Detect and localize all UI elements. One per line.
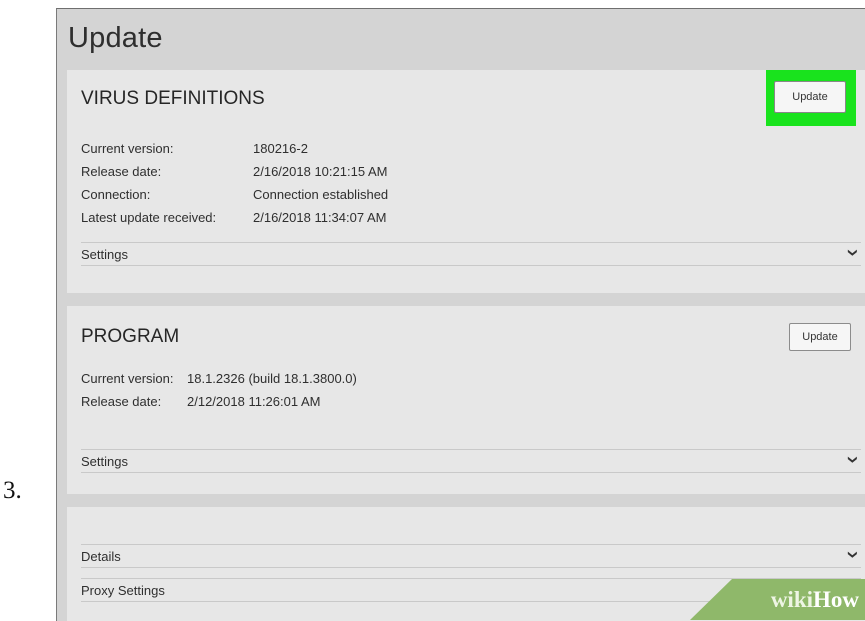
prog-release-date-label: Release date: [81, 394, 162, 409]
vd-release-date-value: 2/16/2018 10:21:15 AM [253, 164, 388, 179]
prog-current-version-label: Current version: [81, 371, 174, 386]
vd-current-version-value: 180216-2 [253, 141, 308, 156]
vd-settings-label: Settings [81, 247, 128, 262]
vd-latest-update-value: 2/16/2018 11:34:07 AM [253, 210, 387, 225]
chevron-down-icon: ❯ [847, 454, 857, 465]
update-button-highlight: Update [766, 70, 856, 126]
prog-settings-expander[interactable]: Settings ❯ [81, 449, 861, 473]
vd-settings-expander[interactable]: Settings ❯ [81, 242, 861, 266]
virus-definitions-update-button[interactable]: Update [774, 81, 846, 113]
page-title: Update [68, 22, 163, 54]
vd-latest-update-label: Latest update received: [81, 210, 217, 225]
update-window: Update VIRUS DEFINITIONS Current version… [56, 8, 865, 621]
chevron-down-icon: ❯ [847, 549, 857, 560]
virus-definitions-panel: VIRUS DEFINITIONS Current version: 18021… [67, 70, 865, 293]
details-label: Details [81, 549, 121, 564]
vd-release-date-label: Release date: [81, 164, 162, 179]
prog-current-version-value: 18.1.2326 (build 18.1.3800.0) [187, 371, 357, 386]
prog-settings-label: Settings [81, 454, 128, 469]
vd-current-version-label: Current version: [81, 141, 174, 156]
vd-connection-value: Connection established [253, 187, 389, 202]
watermark-how: How [813, 586, 859, 612]
program-panel: PROGRAM Update Current version: 18.1.232… [67, 306, 865, 494]
step-number: 3. [3, 477, 22, 504]
prog-release-date-value: 2/12/2018 11:26:01 AM [187, 394, 321, 409]
details-expander[interactable]: Details ❯ [81, 544, 861, 568]
program-update-button[interactable]: Update [789, 323, 851, 351]
chevron-down-icon: ❯ [847, 247, 857, 258]
watermark-wiki: wiki [770, 586, 813, 612]
vd-connection-label: Connection: [81, 187, 151, 202]
virus-definitions-title: VIRUS DEFINITIONS [81, 88, 265, 109]
program-title: PROGRAM [81, 326, 180, 347]
proxy-settings-label: Proxy Settings [81, 583, 165, 598]
